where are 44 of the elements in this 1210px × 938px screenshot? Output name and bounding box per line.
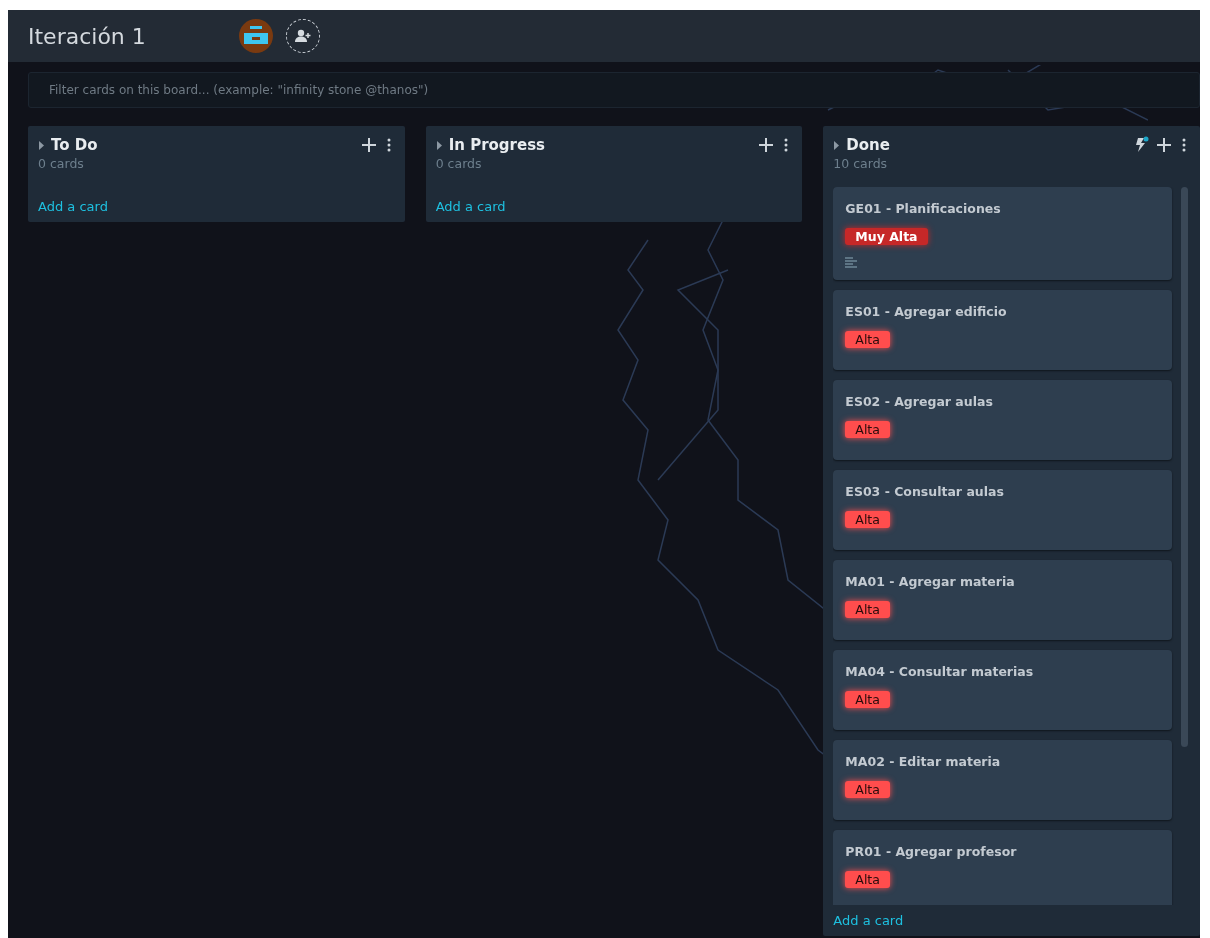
priority-label: Alta [845,331,890,348]
priority-label: Alta [845,871,890,888]
priority-label: Alta [845,511,890,528]
board-title: Iteración 1 [28,23,147,49]
card-count: 10 cards [833,156,889,171]
priority-label: Alta [845,781,890,798]
card-title: PR01 - Agregar profesor [845,844,1018,859]
add-card-link[interactable]: Add a card [38,199,108,214]
scrollbar[interactable] [1181,187,1188,747]
card-title: MA02 - Editar materia [845,754,1002,769]
priority-label: Alta [845,601,890,618]
task-card[interactable]: MA02 - Editar materia Alta [833,740,1172,820]
task-card[interactable]: MA04 - Consultar materias Alta [833,650,1172,730]
task-card[interactable]: ES03 - Consultar aulas Alta [833,470,1172,550]
card-title: ES01 - Agregar edificio [845,304,1008,319]
task-card[interactable]: GE01 - Planificaciones Muy Alta [833,187,1172,280]
add-card-link[interactable]: Add a card [435,199,506,214]
add-user-icon [294,29,312,43]
expand-icon[interactable] [38,140,45,150]
avatar-icon[interactable] [238,18,274,54]
priority-label: Muy Alta [845,228,928,245]
task-card[interactable]: MA01 - Agregar materia Alta [833,560,1172,640]
priority-label: Alta [845,421,890,438]
card-count: 0 cards [435,156,483,171]
list-title: In Progress [448,136,546,154]
priority-label: Alta [845,691,890,708]
list-title: Done [846,136,891,154]
expand-icon[interactable] [435,140,443,150]
card-title: MA01 - Agregar materia [845,574,1016,589]
expand-icon[interactable] [833,140,841,150]
list-title: To Do [51,136,99,154]
add-card-link[interactable]: Add a card [833,913,904,928]
task-card[interactable]: PR01 - Agregar profesor Alta [833,830,1172,905]
add-icon[interactable] [758,137,775,153]
card-title: ES02 - Agregar aulas [845,394,994,409]
card-title: ES03 - Consultar aulas [845,484,1005,499]
task-card[interactable]: ES02 - Agregar aulas Alta [833,380,1172,460]
add-icon[interactable] [360,137,377,153]
card-title: GE01 - Planificaciones [845,201,1002,216]
filter-field[interactable]: Filter cards on this board... (example: "infinity stone @thanos") [28,72,1200,108]
card-count: 0 cards [38,156,85,171]
add-icon[interactable] [1156,137,1172,153]
task-card[interactable]: ES01 - Agregar edificio Alta [833,290,1172,370]
card-title: MA04 - Consultar materias [845,664,1035,679]
